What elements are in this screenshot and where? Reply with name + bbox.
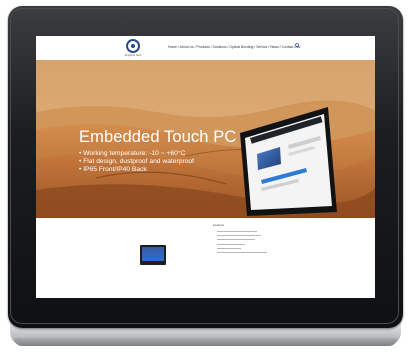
features-heading: Features: [213, 223, 225, 227]
nav-menu[interactable]: Home / About Us / Products / Solutions /…: [168, 45, 300, 49]
touch-panel-device: KingSoul Tech Home / About Us / Products…: [8, 6, 403, 346]
thumbnail-screen: [142, 247, 164, 261]
brand-logo-icon[interactable]: [126, 39, 140, 53]
hero-title: Embedded Touch PC: [79, 128, 237, 146]
feature-line: [217, 231, 257, 232]
feature-line: [217, 235, 261, 237]
feature-line: [217, 251, 267, 253]
device-screen[interactable]: KingSoul Tech Home / About Us / Products…: [36, 36, 375, 298]
feature-list: • Working temperature: -10 ~ +60°C • Fla…: [79, 150, 236, 175]
feature-item: • Working temperature: -10 ~ +60°C: [79, 150, 186, 157]
search-icon[interactable]: [295, 43, 300, 48]
feature-item: • Flat design, dustproof and waterproof: [79, 158, 194, 166]
feature-line: [217, 239, 255, 241]
product-section: Features: [36, 218, 375, 298]
product-thumbnail[interactable]: [140, 245, 166, 265]
feature-line: [217, 247, 241, 249]
logo-center: [131, 44, 135, 48]
hero-banner: Embedded Touch PC • Working temperature:…: [36, 60, 375, 218]
feature-line: [217, 243, 245, 245]
feature-item: • IP65 Front/IP40 Back: [79, 166, 147, 174]
website-navbar: KingSoul Tech Home / About Us / Products…: [36, 36, 375, 60]
device-chassis-base: [14, 338, 397, 346]
brand-logo-text: KingSoul Tech: [124, 54, 142, 57]
features-list: [217, 231, 267, 256]
hero-text: Embedded Touch PC • Working temperature:…: [79, 128, 236, 175]
